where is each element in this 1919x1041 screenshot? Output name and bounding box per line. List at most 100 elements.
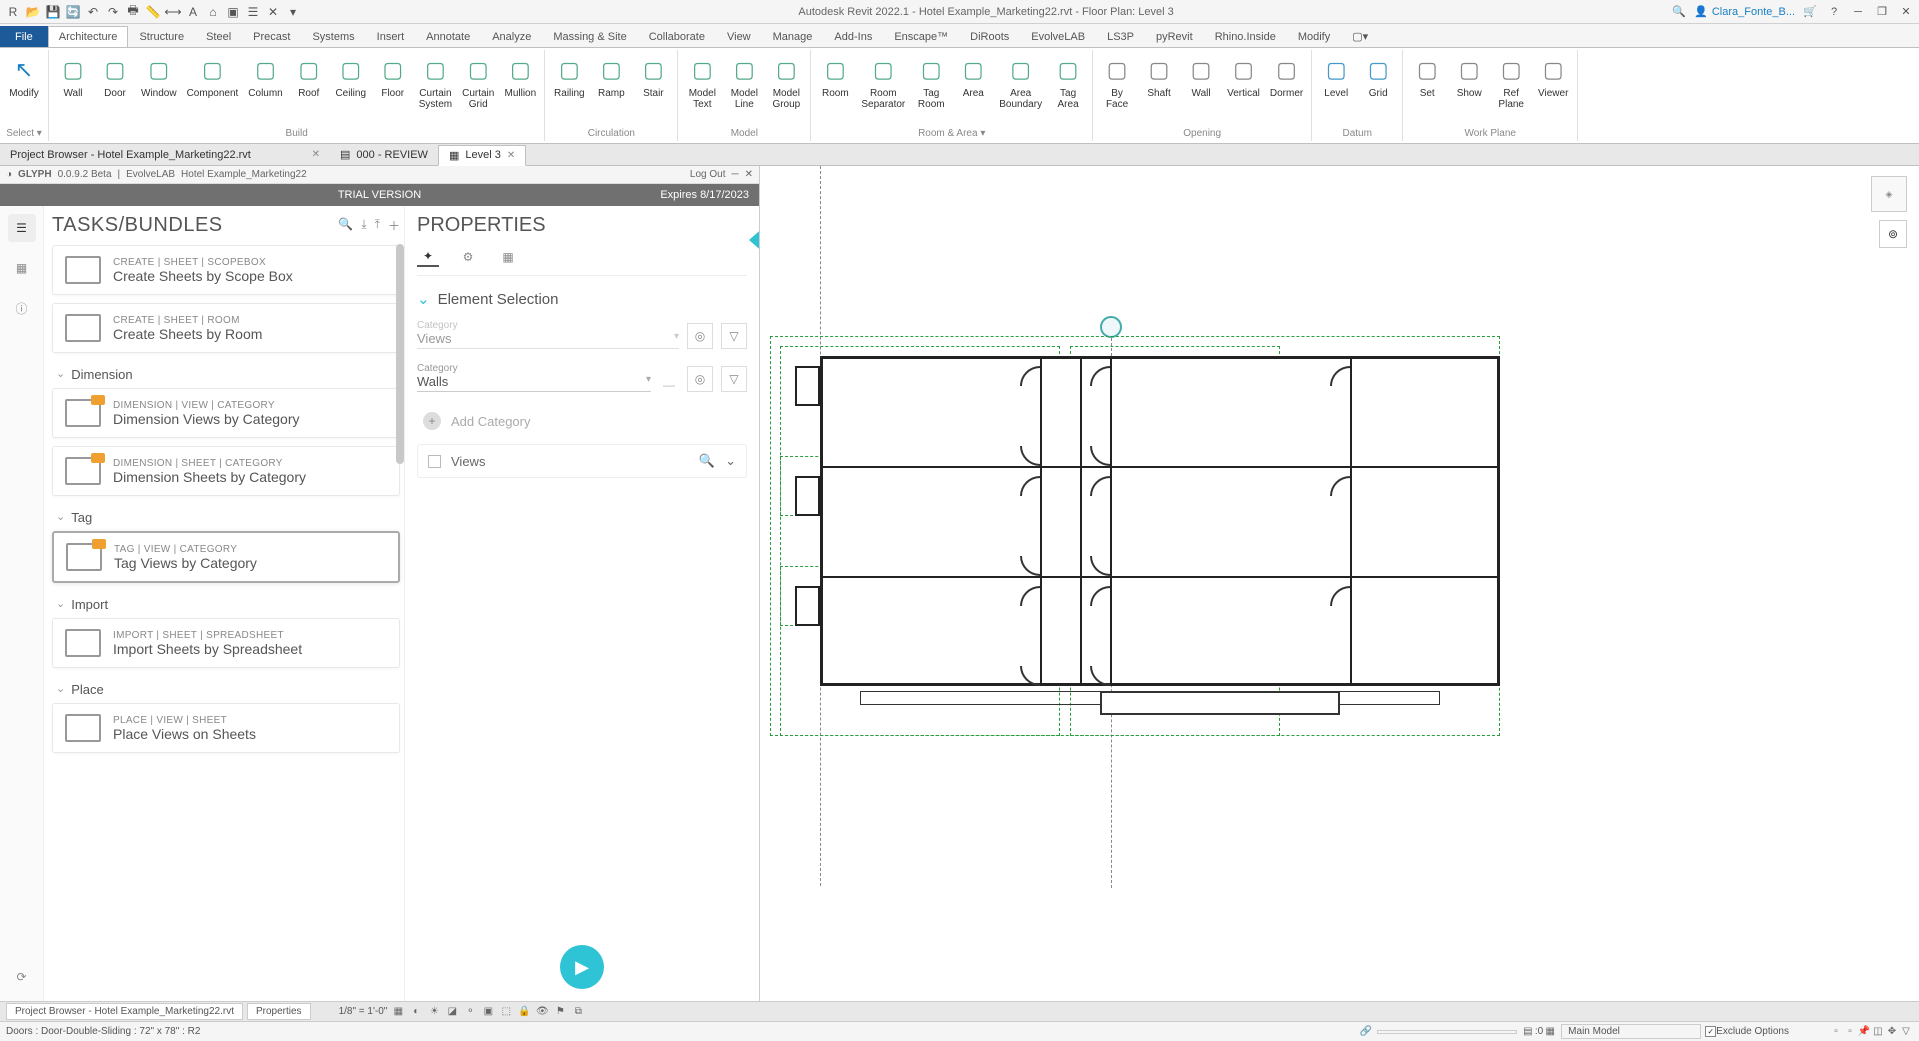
tab-annotate[interactable]: Annotate — [415, 26, 481, 47]
cart-icon[interactable]: 🛒 — [1801, 3, 1819, 21]
element-selection-header[interactable]: ⌄ Element Selection — [417, 290, 747, 308]
exclude-options-checkbox[interactable]: ✓ — [1705, 1026, 1716, 1037]
level-button[interactable]: ▢Level — [1316, 52, 1356, 101]
tab-addins[interactable]: Add-Ins — [823, 26, 883, 47]
category-field-2[interactable]: Category Walls▾ — [417, 363, 651, 392]
tab-collaborate[interactable]: Collaborate — [638, 26, 716, 47]
scrollbar-thumb[interactable] — [396, 244, 404, 464]
add-category-button[interactable]: + Add Category — [417, 406, 747, 444]
tab-architecture[interactable]: Architecture — [48, 26, 129, 47]
door-button[interactable]: ▢Door — [95, 52, 135, 101]
task-card[interactable]: CREATE | SHEET | ROOMCreate Sheets by Ro… — [52, 303, 400, 353]
select-face-icon[interactable]: ◫ — [1871, 1025, 1885, 1039]
task-card[interactable]: TAG | VIEW | CATEGORYTag Views by Catego… — [52, 531, 400, 583]
vertical-button[interactable]: ▢Vertical — [1223, 52, 1264, 101]
editable-only-icon[interactable]: ▦ — [1543, 1025, 1557, 1039]
level3-view-tab[interactable]: ▦ Level 3 ✕ — [438, 145, 526, 166]
crop-region-icon[interactable]: ⬚ — [499, 1005, 513, 1019]
thin-lines-icon[interactable]: ☰ — [244, 3, 262, 21]
curtain-grid-button[interactable]: ▢Curtain Grid — [458, 52, 498, 112]
model-text-button[interactable]: ▢Model Text — [682, 52, 722, 112]
tab-rhinoinside[interactable]: Rhino.Inside — [1204, 26, 1287, 47]
reveal-hidden-icon[interactable]: ⚑ — [553, 1005, 567, 1019]
user-menu[interactable]: 👤 Clara_Fonte_B... — [1694, 5, 1795, 18]
properties-bottom-tab[interactable]: Properties — [247, 1003, 311, 1020]
chevron-down-icon[interactable]: ⌄ — [725, 453, 736, 469]
task-card[interactable]: CREATE | SHEET | SCOPEBOXCreate Sheets b… — [52, 245, 400, 295]
add-icon[interactable]: ＋ — [388, 217, 400, 234]
tag-area-button[interactable]: ▢Tag Area — [1048, 52, 1088, 112]
main-model-selector[interactable]: Main Model — [1561, 1024, 1701, 1039]
detail-level-icon[interactable]: ▦ — [391, 1005, 405, 1019]
show-button[interactable]: ▢Show — [1449, 52, 1489, 101]
close-views-icon[interactable]: ✕ — [264, 3, 282, 21]
close-icon[interactable]: ✕ — [1897, 3, 1915, 21]
component-button[interactable]: ▢Component — [183, 52, 243, 101]
room-button[interactable]: ▢Room — [815, 52, 855, 101]
floor-button[interactable]: ▢Floor — [373, 52, 413, 101]
bundles-nav-icon[interactable]: ▦ — [8, 254, 36, 282]
print-icon[interactable]: 🖶 — [124, 3, 142, 21]
model-line-button[interactable]: ▢Model Line — [724, 52, 764, 112]
tab-insert[interactable]: Insert — [366, 26, 416, 47]
exterior-wall[interactable] — [820, 356, 1500, 686]
task-group-dimension[interactable]: Dimension — [52, 361, 400, 388]
navigation-cube[interactable]: ◈ — [1871, 176, 1907, 212]
close-tab-icon[interactable]: ✕ — [507, 150, 515, 161]
task-card[interactable]: DIMENSION | VIEW | CATEGORYDimension Vie… — [52, 388, 400, 438]
mullion-button[interactable]: ▢Mullion — [500, 52, 540, 101]
ref-plane-button[interactable]: ▢Ref Plane — [1491, 52, 1531, 112]
category-field-1[interactable]: Category Views▾ — [417, 320, 679, 349]
tag-room-button[interactable]: ▢Tag Room — [911, 52, 951, 112]
open-icon[interactable]: 📂 — [24, 3, 42, 21]
tab-evolvelab[interactable]: EvolveLAB — [1020, 26, 1096, 47]
text-icon[interactable]: A — [184, 3, 202, 21]
dimension-icon[interactable]: ⟷ — [164, 3, 182, 21]
sun-path-icon[interactable]: ☀ — [427, 1005, 441, 1019]
sync-icon[interactable]: 🔄 — [64, 3, 82, 21]
closet[interactable] — [795, 366, 820, 406]
tab-structure[interactable]: Structure — [128, 26, 195, 47]
interior-wall[interactable] — [1350, 356, 1352, 686]
tab-context[interactable]: ▢▾ — [1341, 25, 1379, 47]
viewer-button[interactable]: ▢Viewer — [1533, 52, 1573, 101]
select-links-icon[interactable]: ▫ — [1829, 1025, 1843, 1039]
drag-elements-icon[interactable]: ✥ — [1885, 1025, 1899, 1039]
remove-icon[interactable]: — — [659, 378, 679, 392]
collapse-panel-icon[interactable] — [749, 226, 759, 254]
tab-diroots[interactable]: DiRoots — [959, 26, 1020, 47]
window-button[interactable]: ▢Window — [137, 52, 181, 101]
lock-icon[interactable]: 🔒 — [517, 1005, 531, 1019]
tab-ls3p[interactable]: LS3P — [1096, 26, 1145, 47]
task-group-import[interactable]: Import — [52, 591, 400, 618]
task-group-place[interactable]: Place — [52, 676, 400, 703]
rendering-icon[interactable]: ⚬ — [463, 1005, 477, 1019]
wall-button[interactable]: ▢Wall — [53, 52, 93, 101]
3d-icon[interactable]: ⌂ — [204, 3, 222, 21]
save-icon[interactable]: 💾 — [44, 3, 62, 21]
tab-view[interactable]: View — [716, 26, 762, 47]
refresh-nav-icon[interactable]: ⟳ — [8, 963, 36, 991]
project-browser-bottom-tab[interactable]: Project Browser - Hotel Example_Marketin… — [6, 1003, 243, 1020]
minimize-icon[interactable]: ─ — [1849, 3, 1867, 21]
set-button[interactable]: ▢Set — [1407, 52, 1447, 101]
tab-file[interactable]: File — [0, 26, 48, 47]
ramp-button[interactable]: ▢Ramp — [591, 52, 631, 101]
task-card[interactable]: DIMENSION | SHEET | CATEGORYDimension Sh… — [52, 446, 400, 496]
entrance[interactable] — [1100, 691, 1340, 715]
revit-logo-icon[interactable]: R — [4, 3, 22, 21]
info-nav-icon[interactable]: ⓘ — [8, 294, 36, 322]
design-options-icon[interactable]: ▤ — [1521, 1025, 1535, 1039]
grid-bubble[interactable] — [1100, 316, 1122, 338]
filter-icon[interactable]: ▽ — [721, 366, 747, 392]
select-underlay-icon[interactable]: ▫ — [1843, 1025, 1857, 1039]
grid-button[interactable]: ▢Grid — [1358, 52, 1398, 101]
interior-wall[interactable] — [820, 466, 1500, 468]
area-boundary-button[interactable]: ▢Area Boundary — [995, 52, 1046, 112]
interior-wall[interactable] — [1080, 356, 1082, 686]
interior-wall[interactable] — [1110, 356, 1112, 686]
props-tab-sliders[interactable]: ⚙ — [457, 247, 479, 267]
scale-display[interactable]: 1/8" = 1'-0" — [339, 1006, 388, 1017]
measure-icon[interactable]: 📏 — [144, 3, 162, 21]
tab-modify[interactable]: Modify — [1287, 26, 1341, 47]
